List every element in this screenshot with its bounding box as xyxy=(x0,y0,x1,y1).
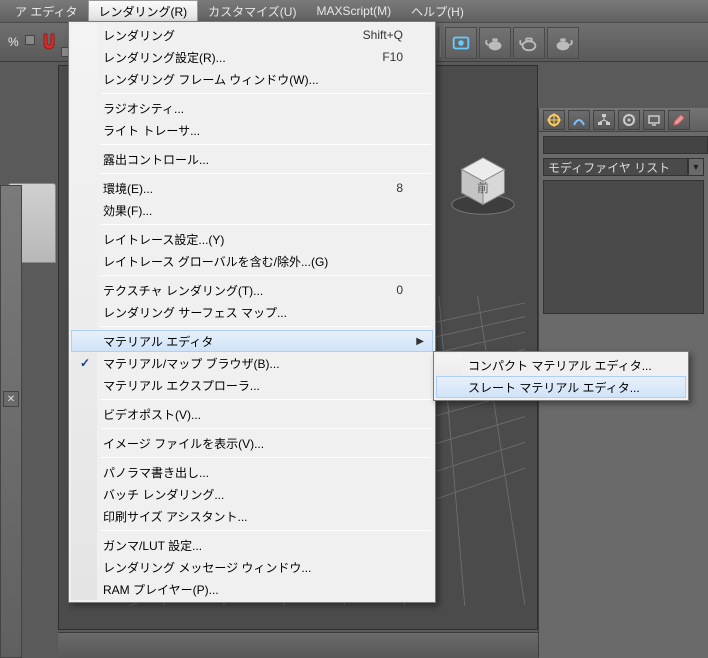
percent-label: % xyxy=(4,35,39,49)
menu-separator xyxy=(101,275,431,276)
material-editor-submenu: コンパクト マテリアル エディタ... スレート マテリアル エディタ... xyxy=(433,351,689,401)
modifier-list-dropdown[interactable]: モディファイヤ リスト xyxy=(543,158,688,176)
menu-help[interactable]: ヘルプ(H) xyxy=(401,0,474,22)
menu-separator xyxy=(101,93,431,94)
menu-item-label: レイトレース設定...(Y) xyxy=(103,231,403,248)
menu-item-label: ビデオポスト(V)... xyxy=(103,406,403,423)
teapot-render-region-button[interactable] xyxy=(513,27,545,59)
menu-item-label: マテリアル エクスプローラ... xyxy=(103,377,403,394)
menu-separator xyxy=(101,224,431,225)
menu-item-label: RAM プレイヤー(P)... xyxy=(103,581,403,598)
menu-item-label: ガンマ/LUT 設定... xyxy=(103,537,403,554)
menu-item-label: バッチ レンダリング... xyxy=(103,486,403,503)
menu-item[interactable]: テクスチャ レンダリング(T)...0 xyxy=(71,279,433,301)
modifier-stack[interactable] xyxy=(543,180,704,314)
menu-rendering[interactable]: レンダリング(R) xyxy=(88,0,199,22)
menu-separator xyxy=(101,428,431,429)
menu-item-label: レンダリング メッセージ ウィンドウ... xyxy=(103,559,403,576)
menu-separator xyxy=(101,326,431,327)
menu-item[interactable]: 印刷サイズ アシスタント... xyxy=(71,505,433,527)
menu-item[interactable]: レンダリング メッセージ ウィンドウ... xyxy=(71,556,433,578)
menu-item-label: 効果(F)... xyxy=(103,202,403,219)
menu-item[interactable]: マテリアル エディタ ▶ xyxy=(71,330,433,352)
timeline-bar[interactable] xyxy=(58,632,538,658)
teapot-render-button[interactable] xyxy=(479,27,511,59)
command-panel-tabs xyxy=(539,108,708,132)
menu-item[interactable]: ✓ マテリアル/マップ ブラウザ(B)... xyxy=(71,352,433,374)
menu-maxscript[interactable]: MAXScript(M) xyxy=(306,0,401,22)
menu-item-label: レンダリング フレーム ウィンドウ(W)... xyxy=(103,71,403,88)
menu-item-label: レイトレース グローバルを含む/除外...(G) xyxy=(103,253,403,270)
menu-item-accelerator: Shift+Q xyxy=(363,28,403,42)
teapot-render-last-button[interactable] xyxy=(547,27,579,59)
check-icon: ✓ xyxy=(77,355,93,371)
menu-item[interactable]: RAM プレイヤー(P)... xyxy=(71,578,433,600)
menu-item-label: マテリアル エディタ xyxy=(103,333,403,350)
menu-item[interactable]: 露出コントロール... xyxy=(71,148,433,170)
menu-item[interactable]: レイトレース グローバルを含む/除外...(G) xyxy=(71,250,433,272)
submenu-item-label: コンパクト マテリアル エディタ... xyxy=(468,357,656,374)
modifier-list-arrow-icon[interactable]: ▼ xyxy=(688,158,704,176)
object-name-input[interactable] xyxy=(543,136,708,154)
rendering-menu-panel: レンダリングShift+Qレンダリング設定(R)...F10レンダリング フレー… xyxy=(68,21,436,603)
motion-tab[interactable] xyxy=(618,110,640,130)
menu-item-accelerator: 8 xyxy=(396,181,403,195)
menu-material-editor[interactable]: ア エディタ xyxy=(5,0,88,22)
viewcube-face-label: 前 xyxy=(477,181,489,195)
menu-item[interactable]: ガンマ/LUT 設定... xyxy=(71,534,433,556)
menu-item[interactable]: ビデオポスト(V)... xyxy=(71,403,433,425)
toolbar-separator xyxy=(438,27,441,57)
submenu-arrow-icon: ▶ xyxy=(416,336,424,347)
menu-item-label: パノラマ書き出し... xyxy=(103,464,403,481)
menu-item[interactable]: ラジオシティ... xyxy=(71,97,433,119)
menu-item-label: 環境(E)... xyxy=(103,180,396,197)
left-dock-close-icon[interactable]: ✕ xyxy=(3,391,19,407)
menu-item[interactable]: レンダリング フレーム ウィンドウ(W)... xyxy=(71,68,433,90)
menu-item-label: 印刷サイズ アシスタント... xyxy=(103,508,403,525)
modify-tab[interactable] xyxy=(568,110,590,130)
menu-item-label: ライト トレーサ... xyxy=(103,122,403,139)
left-dock-rail xyxy=(0,185,22,658)
menu-item[interactable]: レンダリング サーフェス マップ... xyxy=(71,301,433,323)
display-tab[interactable] xyxy=(643,110,665,130)
menu-item[interactable]: バッチ レンダリング... xyxy=(71,483,433,505)
menu-item[interactable]: レンダリング設定(R)...F10 xyxy=(71,46,433,68)
menu-customize[interactable]: カスタマイズ(U) xyxy=(198,0,306,22)
menu-item-accelerator: 0 xyxy=(396,283,403,297)
percent-flyout-icon[interactable] xyxy=(25,35,35,45)
viewcube[interactable]: 前 xyxy=(444,148,522,226)
snap-magnet-icon[interactable] xyxy=(41,31,57,53)
menu-item[interactable]: レイトレース設定...(Y) xyxy=(71,228,433,250)
hierarchy-tab[interactable] xyxy=(593,110,615,130)
menu-item[interactable]: ライト トレーサ... xyxy=(71,119,433,141)
menu-item[interactable]: マテリアル エクスプローラ... xyxy=(71,374,433,396)
menu-item-label: レンダリング xyxy=(103,27,363,44)
menu-item-label: レンダリング設定(R)... xyxy=(103,49,382,66)
submenu-item[interactable]: コンパクト マテリアル エディタ... xyxy=(436,354,686,376)
menu-item-label: 露出コントロール... xyxy=(103,151,403,168)
menu-separator xyxy=(101,399,431,400)
menu-separator xyxy=(101,144,431,145)
submenu-item[interactable]: スレート マテリアル エディタ... xyxy=(436,376,686,398)
menu-item-label: イメージ ファイルを表示(V)... xyxy=(103,435,403,452)
menu-separator xyxy=(101,530,431,531)
menu-item[interactable]: レンダリングShift+Q xyxy=(71,24,433,46)
create-tab[interactable] xyxy=(543,110,565,130)
menu-item[interactable]: 環境(E)...8 xyxy=(71,177,433,199)
menu-item-label: ラジオシティ... xyxy=(103,100,403,117)
menu-item[interactable]: 効果(F)... xyxy=(71,199,433,221)
menu-item[interactable]: イメージ ファイルを表示(V)... xyxy=(71,432,433,454)
submenu-item-label: スレート マテリアル エディタ... xyxy=(468,379,656,396)
menu-item[interactable]: パノラマ書き出し... xyxy=(71,461,433,483)
main-menubar: ア エディタ レンダリング(R) カスタマイズ(U) MAXScript(M) … xyxy=(0,0,708,22)
render-setup-button[interactable] xyxy=(445,27,477,59)
utilities-tab[interactable] xyxy=(668,110,690,130)
menu-separator xyxy=(101,457,431,458)
menu-item-label: レンダリング サーフェス マップ... xyxy=(103,304,403,321)
menu-item-label: マテリアル/マップ ブラウザ(B)... xyxy=(103,355,403,372)
menu-separator xyxy=(101,173,431,174)
render-toolbar-group xyxy=(436,27,579,59)
menu-item-accelerator: F10 xyxy=(382,50,403,64)
menu-item-label: テクスチャ レンダリング(T)... xyxy=(103,282,396,299)
